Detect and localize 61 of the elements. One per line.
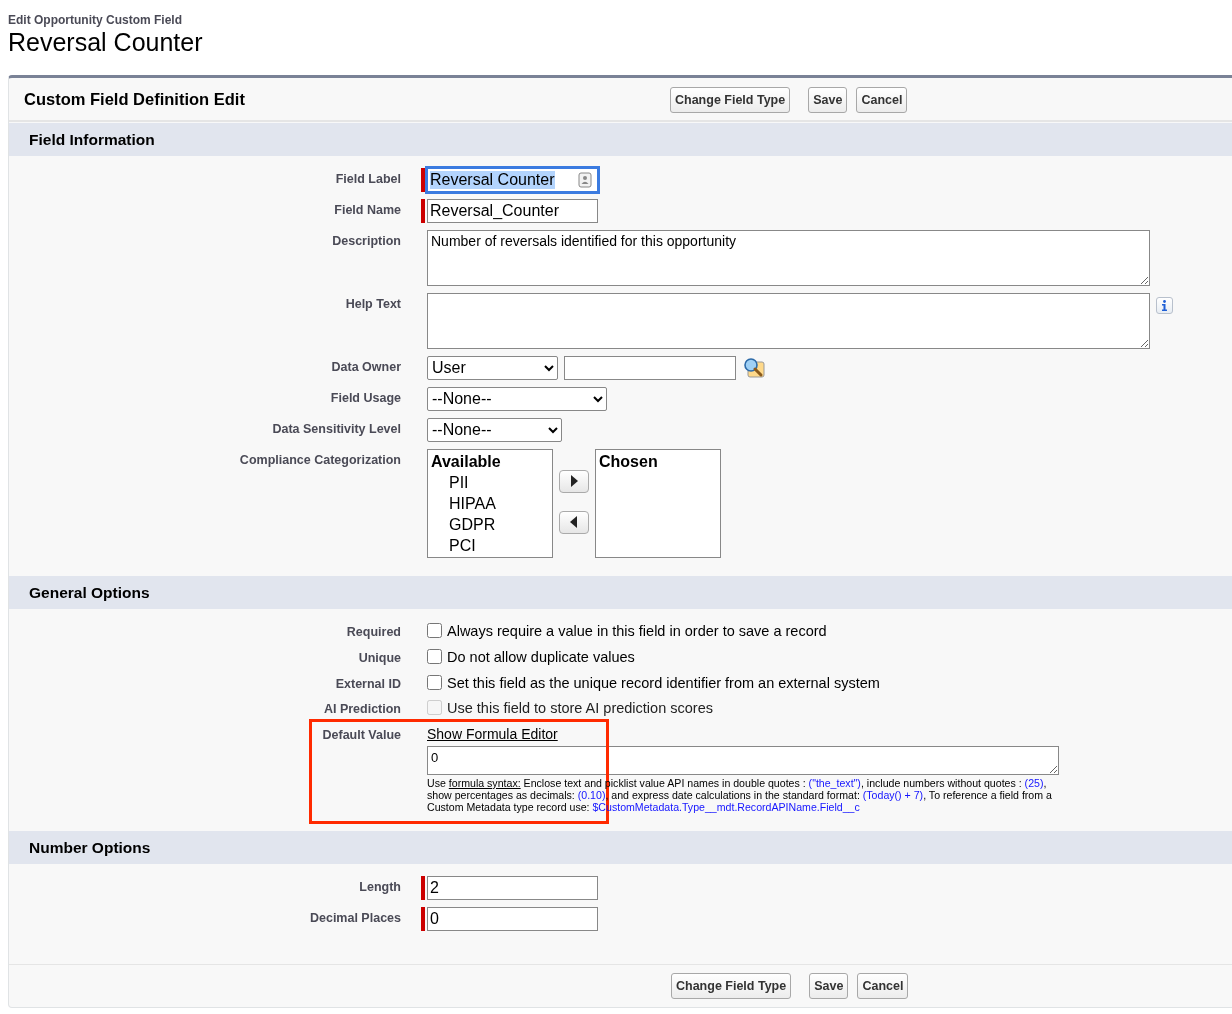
section-header: General Options — [9, 575, 1232, 609]
section-header: Number Options — [9, 831, 1232, 865]
formula-syntax-link[interactable]: formula syntax: — [448, 777, 521, 789]
section-header: Field Information — [9, 122, 1232, 156]
cancel-button[interactable]: Cancel — [857, 973, 909, 1000]
page-title: Reversal Counter — [8, 29, 204, 57]
text-input-field[interactable]: Reversal_Counter — [427, 198, 598, 223]
field-label: External ID — [334, 675, 401, 693]
checkbox-label: Set this field as the unique record identifier from an external system — [447, 673, 880, 693]
dropdown-select[interactable]: --None-- — [427, 386, 607, 411]
contact-card-icon — [578, 171, 592, 188]
field-label: Required — [345, 624, 401, 641]
checkbox[interactable] — [427, 623, 442, 638]
change-field-type-button[interactable]: Change Field Type — [671, 973, 792, 1000]
lookup-search-icon[interactable] — [742, 355, 766, 378]
page-subtitle: Edit Opportunity Custom Field — [8, 12, 183, 29]
field-label: Data Owner — [330, 358, 401, 376]
left-triangle-icon — [570, 516, 578, 529]
dropdown-select[interactable]: --None-- — [427, 417, 562, 442]
list-heading: Available — [431, 451, 502, 472]
field-label: Field Usage — [329, 389, 401, 407]
right-triangle-icon — [570, 475, 578, 488]
add-button[interactable] — [559, 469, 589, 493]
checkbox[interactable] — [427, 648, 442, 664]
checkbox[interactable] — [427, 674, 442, 690]
save-button[interactable]: Save — [809, 973, 849, 1000]
text-input-field[interactable]: 2 — [427, 876, 598, 901]
field-label: Help Text — [344, 295, 401, 313]
field-label: Unique — [357, 649, 401, 667]
lookup-input-field[interactable] — [564, 355, 736, 380]
text-area-field[interactable]: Number of reversals identified for this opportunity — [427, 229, 1150, 286]
available-list[interactable]: Available PII HIPAA GDPR PCI — [427, 448, 553, 558]
list-heading: Chosen — [599, 451, 659, 472]
list-option[interactable]: PII — [431, 471, 549, 493]
text-input-field[interactable]: 0 — [427, 907, 598, 932]
owner-select[interactable]: User — [427, 355, 558, 380]
checkbox-label: Use this field to store AI prediction scores — [447, 699, 713, 719]
chosen-list[interactable]: Chosen — [595, 448, 721, 558]
formula-editor-link[interactable]: Show Formula Editor — [427, 724, 558, 745]
text-area-field[interactable] — [427, 292, 1150, 349]
checkbox-label: Always require a value in this field in order to save a record — [447, 622, 827, 641]
field-label: Field Name — [333, 201, 401, 219]
remove-button[interactable] — [559, 510, 589, 534]
text-input-field[interactable]: Reversal Counter — [427, 167, 598, 192]
list-option[interactable]: PCI — [431, 534, 549, 556]
field-label: Default Value — [321, 727, 401, 744]
field-label: Description — [331, 232, 401, 250]
change-field-type-button[interactable]: Change Field Type — [670, 86, 791, 113]
field-label: AI Prediction — [322, 701, 401, 719]
list-option[interactable]: HIPAA — [431, 492, 549, 514]
checkbox-label: Do not allow duplicate values — [447, 647, 635, 667]
default-value-field[interactable]: 0 — [427, 746, 1059, 775]
field-label: Field Label — [334, 170, 401, 188]
field-label: Data Sensitivity Level — [271, 420, 401, 438]
panel-title: Custom Field Definition Edit — [24, 89, 246, 111]
field-label: Compliance Categorization — [238, 451, 401, 469]
list-option[interactable]: GDPR — [431, 513, 549, 535]
cancel-button[interactable]: Cancel — [856, 86, 908, 113]
save-button[interactable]: Save — [808, 86, 848, 113]
field-label: Length — [358, 879, 401, 897]
field-label: Decimal Places — [308, 910, 401, 928]
